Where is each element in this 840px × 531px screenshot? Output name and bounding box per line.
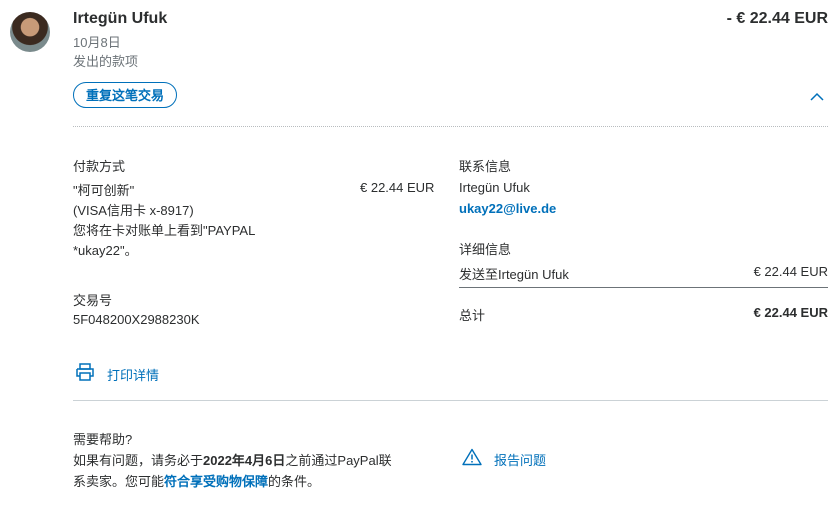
help-text-part3: 的条件。	[268, 474, 321, 489]
help-deadline: 2022年4月6日	[203, 453, 286, 468]
help-text: 如果有问题，请务必于2022年4月6日之前通过PayPal联系卖家。您可能符合享…	[73, 450, 393, 492]
transaction-date: 10月8日	[73, 35, 121, 50]
payment-method-name: "柯可创新"	[73, 183, 135, 198]
transaction-amount: - € 22.44 EUR	[726, 10, 828, 27]
contact-email-link[interactable]: ukay22@live.de	[459, 201, 556, 216]
divider	[73, 400, 828, 401]
payment-method-title: 付款方式	[73, 159, 126, 174]
avatar	[10, 12, 50, 52]
sent-to-label: 发送至Irtegün Ufuk	[459, 267, 569, 282]
purchase-protection-link[interactable]: 符合享受购物保障	[164, 474, 268, 489]
report-problem-link[interactable]: 报告问题	[494, 450, 546, 469]
contact-title: 联系信息	[459, 159, 512, 174]
divider	[73, 126, 828, 127]
help-text-part1: 如果有问题，请务必于	[73, 453, 204, 468]
warning-icon[interactable]	[462, 448, 482, 466]
divider	[459, 287, 828, 288]
contact-name: Irtegün Ufuk	[459, 180, 530, 195]
total-amount: € 22.44 EUR	[753, 305, 828, 320]
transaction-id-title: 交易号	[73, 293, 113, 308]
payee-name: Irtegün Ufuk	[73, 10, 168, 27]
details-title: 详细信息	[459, 242, 512, 257]
transaction-type: 发出的款项	[73, 54, 139, 69]
print-details-link[interactable]: 打印详情	[107, 365, 159, 384]
statement-note-line1: 您将在卡对账单上看到"PAYPAL	[73, 223, 256, 238]
payment-method-card: (VISA信用卡 x-8917)	[73, 203, 194, 218]
statement-note-line2: *ukay22"。	[73, 243, 138, 258]
chevron-up-icon[interactable]	[810, 92, 824, 102]
total-label: 总计	[459, 308, 486, 323]
payment-method-amount: € 22.44 EUR	[360, 180, 435, 195]
printer-icon[interactable]	[75, 362, 95, 382]
sent-to-amount: € 22.44 EUR	[753, 264, 828, 279]
help-title: 需要帮助?	[73, 432, 133, 447]
transaction-id-value: 5F048200X2988230K	[73, 312, 200, 327]
repeat-transaction-button[interactable]: 重复这笔交易	[73, 82, 178, 108]
